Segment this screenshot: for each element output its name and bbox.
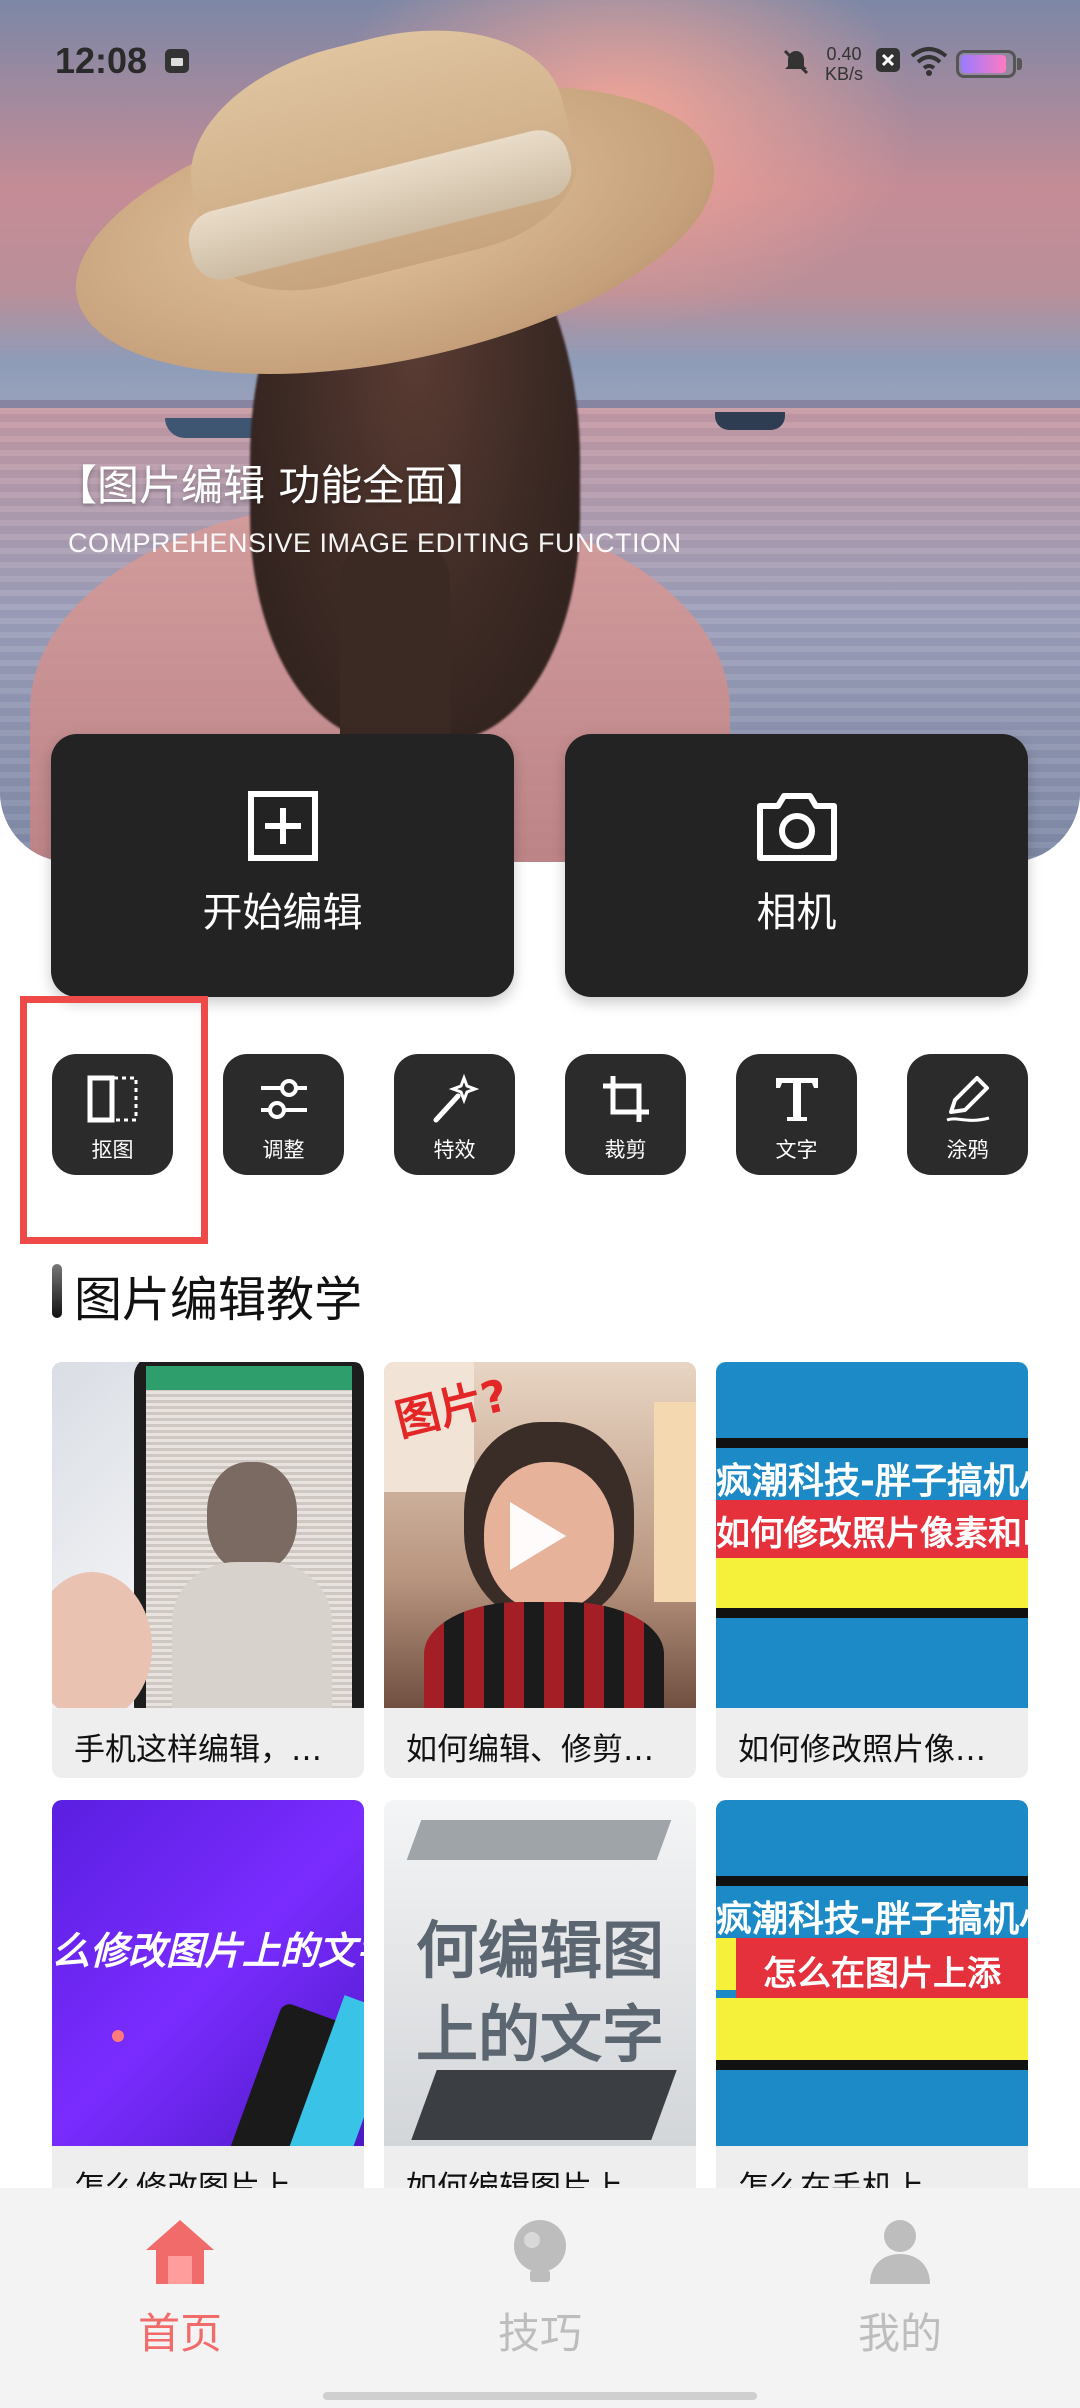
- video-thumbnail: 么修改图片上的文字: [52, 1800, 364, 2156]
- tool-effects[interactable]: 特效: [394, 1054, 515, 1175]
- tool-label: 特效: [433, 1138, 476, 1162]
- video-caption-box: 手机这样编辑，…: [52, 1708, 364, 1778]
- magic-wand-icon: [433, 1073, 479, 1123]
- status-time: 12:08: [55, 40, 148, 81]
- video-caption-box: 如何修改照片像…: [716, 1708, 1028, 1778]
- nav-label: 首页: [137, 2309, 222, 2358]
- pencil-icon: [945, 1076, 989, 1122]
- section-title: 图片编辑教学: [74, 1272, 363, 1328]
- text-icon: [775, 1078, 818, 1121]
- mute-bell-icon: [783, 49, 809, 75]
- wifi-icon: [910, 47, 948, 76]
- battery-icon: [956, 50, 1016, 78]
- nav-home[interactable]: 首页: [80, 2216, 280, 2358]
- start-edit-button[interactable]: 开始编辑: [51, 734, 514, 997]
- video-caption: 如何编辑、修剪…: [406, 1732, 654, 1768]
- camera-icon: [756, 793, 837, 861]
- tool-text[interactable]: 文字: [736, 1054, 857, 1175]
- battery-level: [961, 55, 1006, 73]
- tool-label: 调整: [262, 1138, 305, 1162]
- hero-subtitle: COMPREHENSIVE IMAGE EDITING FUNCTION: [68, 528, 682, 558]
- home-indicator[interactable]: [323, 2392, 757, 2400]
- video-caption-box: 如何编辑、修剪…: [384, 1708, 696, 1778]
- battery-tip: [1017, 58, 1022, 70]
- lightbulb-icon: [514, 2220, 566, 2282]
- nav-tips[interactable]: 技巧: [440, 2216, 640, 2358]
- video-thumbnail: 疯潮科技-胖子搞机小 如何修改照片像素和R: [716, 1362, 1028, 1718]
- video-card[interactable]: 疯潮科技-胖子搞机小 如何修改照片像素和R: [716, 1362, 1028, 1718]
- network-speed: 0.40 KB/s: [824, 44, 863, 84]
- crop-icon: [602, 1076, 649, 1122]
- play-icon: [510, 1502, 566, 1570]
- thumbnail-title: 疯潮科技-胖子搞机小: [716, 1899, 1028, 1940]
- tool-adjust[interactable]: 调整: [223, 1054, 344, 1175]
- video-card[interactable]: 疯潮科技-胖子搞机小 怎么在图片上添: [716, 1800, 1028, 2156]
- status-bar: 12:08 0.40 KB/s: [0, 0, 1080, 120]
- sim-card-icon: [165, 49, 189, 73]
- nav-label: 我的: [857, 2309, 942, 2358]
- home-icon: [146, 2220, 214, 2284]
- thumbnail-title: 么修改图片上的文字: [52, 1929, 364, 1973]
- camera-label: 相机: [756, 890, 837, 936]
- thumbnail-subtitle: 怎么在图片上添: [763, 1954, 1001, 1994]
- video-card[interactable]: [52, 1362, 364, 1718]
- hero-title: 【图片编辑 功能全面】: [55, 461, 489, 510]
- video-thumbnail: 疯潮科技-胖子搞机小 怎么在图片上添: [716, 1800, 1028, 2156]
- video-card[interactable]: 何编辑图 上的文字: [384, 1800, 696, 2156]
- hero-banner[interactable]: 【图片编辑 功能全面】 COMPREHENSIVE IMAGE EDITING …: [0, 0, 1080, 862]
- tool-label: 裁剪: [604, 1138, 647, 1162]
- add-square-icon: [247, 791, 318, 861]
- video-thumbnail: [52, 1362, 364, 1718]
- section-accent-bar: [52, 1264, 62, 1318]
- sliders-icon: [260, 1079, 307, 1119]
- tool-crop[interactable]: 裁剪: [565, 1054, 686, 1175]
- video-caption: 手机这样编辑，…: [74, 1732, 322, 1768]
- no-sim-icon: [876, 48, 900, 72]
- video-card[interactable]: 么修改图片上的文字: [52, 1800, 364, 2156]
- user-icon: [870, 2220, 930, 2284]
- camera-button[interactable]: 相机: [565, 734, 1028, 997]
- bottom-navigation: 首页 技巧 我的: [0, 2188, 1080, 2408]
- nav-label: 技巧: [497, 2309, 582, 2358]
- nav-profile[interactable]: 我的: [800, 2216, 1000, 2358]
- video-card[interactable]: 图片?: [384, 1362, 696, 1718]
- thumbnail-title: 疯潮科技-胖子搞机小: [716, 1461, 1028, 1502]
- highlight-box: [20, 996, 208, 1244]
- thumbnail-subtitle: 上的文字: [415, 1998, 664, 2071]
- tool-label: 文字: [775, 1138, 818, 1162]
- tool-doodle[interactable]: 涂鸦: [907, 1054, 1028, 1175]
- video-thumbnail: 何编辑图 上的文字: [384, 1800, 696, 2156]
- tool-label: 涂鸦: [946, 1138, 989, 1162]
- thumbnail-title: 何编辑图: [415, 1914, 664, 1987]
- thumbnail-subtitle: 如何修改照片像素和R: [716, 1514, 1028, 1554]
- boat-right: [715, 412, 785, 430]
- video-caption: 如何修改照片像…: [738, 1732, 986, 1768]
- start-edit-label: 开始编辑: [202, 890, 363, 936]
